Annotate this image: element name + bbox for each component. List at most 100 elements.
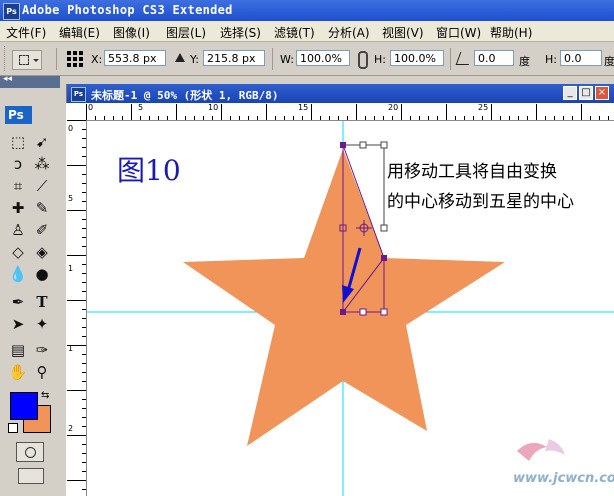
- ruler-tick: [67, 345, 86, 346]
- ruler-tick: [82, 327, 86, 328]
- horizontal-ruler[interactable]: 0 5 10 15 20 25: [86, 103, 614, 121]
- rotation-angle-field[interactable]: 0.0: [474, 50, 514, 66]
- toolbox-header[interactable]: [0, 74, 60, 88]
- eyedropper-tool-icon[interactable]: ✑: [31, 339, 53, 361]
- ruler-tick: [82, 408, 86, 409]
- ruler-tick: [67, 165, 86, 166]
- healing-brush-tool-icon[interactable]: ✚: [7, 197, 29, 219]
- notes-tool-icon[interactable]: ▤: [7, 339, 29, 361]
- menu-analysis[interactable]: 分析(A): [328, 24, 370, 41]
- menu-help[interactable]: 帮助(H): [490, 24, 532, 41]
- y-position-field[interactable]: 215.8 px: [203, 50, 265, 66]
- history-brush-tool-icon[interactable]: ✐: [31, 219, 53, 241]
- ruler-tick: [266, 104, 267, 120]
- link-aspect-ratio-icon[interactable]: [358, 51, 368, 69]
- dodge-tool-icon[interactable]: ●: [31, 263, 53, 285]
- transform-handle[interactable]: [359, 308, 367, 316]
- ruler-tick: [82, 219, 86, 220]
- path-selection-tool-icon[interactable]: ➤: [7, 313, 29, 335]
- default-colors-icon[interactable]: [8, 423, 18, 433]
- figure-label: 图10: [117, 154, 181, 187]
- horizontal-skew-field[interactable]: 0.0: [560, 50, 602, 66]
- transform-handle[interactable]: [340, 142, 346, 148]
- ruler-tick: [82, 336, 86, 337]
- height-scale-field[interactable]: 100.0%: [390, 50, 444, 66]
- ruler-tick: [82, 372, 86, 373]
- screen-mode-button[interactable]: [18, 468, 44, 484]
- ruler-h-label: 0: [88, 103, 94, 112]
- maximize-button[interactable]: □: [579, 86, 593, 100]
- ruler-tick: [82, 237, 86, 238]
- app-title: Adobe Photoshop CS3 Extended: [22, 3, 233, 17]
- lasso-tool-icon[interactable]: ↄ: [7, 153, 29, 175]
- menu-image[interactable]: 图像(I): [113, 24, 150, 41]
- ruler-tick: [572, 116, 573, 120]
- clone-stamp-tool-icon[interactable]: ♙: [7, 219, 29, 241]
- move-tool-icon[interactable]: ➹: [31, 131, 53, 153]
- menu-view[interactable]: 视图(V): [382, 24, 424, 41]
- eraser-tool-icon[interactable]: ◇: [7, 241, 29, 263]
- width-scale-field[interactable]: 100.0%: [296, 50, 350, 66]
- type-tool-icon[interactable]: T: [31, 291, 53, 313]
- document-titlebar[interactable]: Ps 未标题-1 @ 50% (形状 1, RGB/8) _ □ ×: [67, 84, 614, 103]
- menu-layer[interactable]: 图层(L): [166, 24, 206, 41]
- ruler-tick: [491, 104, 492, 120]
- tool-preset-picker[interactable]: [12, 50, 42, 70]
- paint-bucket-tool-icon[interactable]: ◈: [31, 241, 53, 263]
- options-separator: [272, 48, 273, 70]
- ruler-tick: [464, 116, 465, 120]
- eyedropper-slice-tool-icon[interactable]: ⟋: [31, 175, 53, 197]
- transform-handle[interactable]: [359, 141, 367, 149]
- blur-tool-icon[interactable]: 💧: [7, 263, 29, 285]
- canvas[interactable]: 图10 用移动工具将自由变换 的中心移动到五星的中心 www.jcwcn.com: [87, 121, 614, 496]
- x-position-field[interactable]: 553.8 px: [104, 50, 166, 66]
- ruler-tick: [82, 246, 86, 247]
- minimize-button[interactable]: _: [563, 86, 577, 100]
- transform-handle[interactable]: [380, 224, 388, 232]
- anchor-point[interactable]: [381, 255, 387, 261]
- ruler-tick: [185, 116, 186, 120]
- watermark-text: www.jcwcn.com: [513, 471, 614, 486]
- custom-shape-tool-icon[interactable]: ✦: [31, 313, 53, 335]
- crop-tool-icon[interactable]: ⌗: [7, 175, 29, 197]
- menu-edit[interactable]: 编辑(E): [59, 24, 100, 41]
- marquee-tool-icon[interactable]: ⬚: [7, 131, 29, 153]
- toolbox-ps-logo[interactable]: Ps: [5, 106, 32, 124]
- swap-colors-icon[interactable]: ⇆: [41, 390, 49, 401]
- anchor-point[interactable]: [340, 309, 346, 315]
- transform-handle[interactable]: [380, 308, 388, 316]
- menu-file[interactable]: 文件(F): [6, 24, 46, 41]
- hand-tool-icon[interactable]: ✋: [7, 361, 29, 383]
- menu-filter[interactable]: 滤镜(T): [274, 24, 315, 41]
- transform-handle[interactable]: [380, 141, 388, 149]
- menu-select[interactable]: 选择(S): [220, 24, 261, 41]
- close-button[interactable]: ×: [595, 86, 609, 100]
- magic-wand-tool-icon[interactable]: ⁂: [31, 153, 53, 175]
- quick-mask-mode-button[interactable]: [16, 442, 44, 462]
- ruler-tick: [82, 309, 86, 310]
- ruler-tick: [140, 116, 141, 120]
- vertical-ruler[interactable]: 0 5 1 1 2: [66, 120, 87, 496]
- options-bar-grip[interactable]: [4, 46, 8, 71]
- pen-tool-icon[interactable]: ✒: [7, 291, 29, 313]
- brush-tool-icon[interactable]: ✎: [31, 197, 53, 219]
- ruler-tick: [338, 116, 339, 120]
- ruler-v-label: 5: [68, 194, 74, 203]
- ruler-origin[interactable]: [66, 103, 87, 121]
- relative-position-icon[interactable]: [175, 53, 185, 62]
- ruler-tick: [410, 116, 411, 120]
- ruler-tick: [82, 489, 86, 490]
- ruler-tick: [212, 116, 213, 120]
- menu-window[interactable]: 窗口(W): [436, 24, 481, 41]
- ruler-tick: [257, 116, 258, 120]
- ruler-tick: [608, 116, 609, 120]
- reference-point-grid-icon[interactable]: [67, 51, 83, 67]
- ruler-tick: [131, 104, 132, 120]
- ruler-tick: [82, 354, 86, 355]
- ruler-tick: [82, 453, 86, 454]
- ruler-tick: [590, 116, 591, 120]
- ruler-tick: [194, 116, 195, 120]
- zoom-tool-icon[interactable]: ⚲: [31, 361, 53, 383]
- foreground-color-swatch[interactable]: [10, 392, 38, 420]
- ruler-tick: [158, 116, 159, 120]
